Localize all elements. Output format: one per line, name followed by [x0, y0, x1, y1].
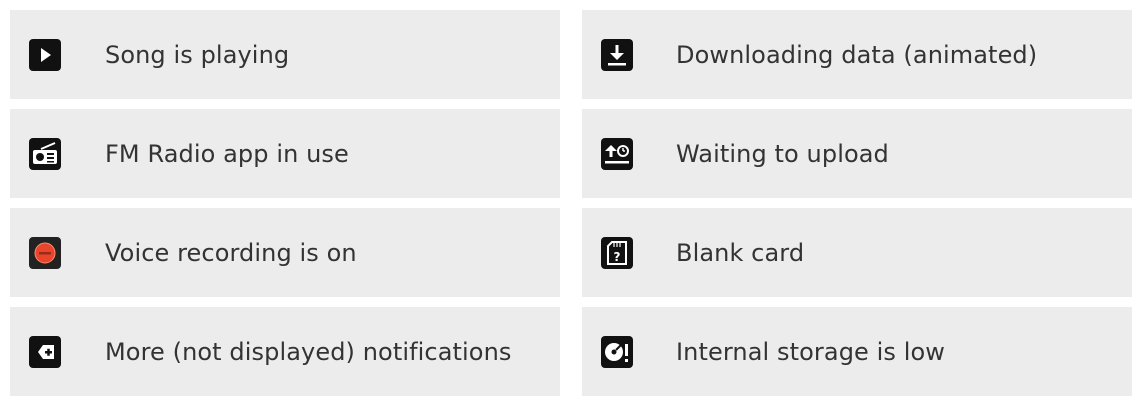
item-label: Internal storage is low: [676, 337, 946, 366]
list-item-waiting-upload: Waiting to upload: [582, 109, 1132, 198]
right-icon-list: Downloading data (animated) Waiting to u…: [582, 10, 1132, 396]
list-item-fm-radio: FM Radio app in use: [10, 109, 560, 198]
svg-text:?: ?: [614, 250, 621, 264]
item-label: Blank card: [676, 238, 805, 267]
play-icon: [29, 38, 61, 71]
item-label: Voice recording is on: [105, 238, 357, 267]
item-label: Song is playing: [105, 40, 290, 69]
list-item-song-playing: Song is playing: [10, 10, 560, 99]
more-notifications-icon: [29, 335, 61, 368]
item-label: Waiting to upload: [676, 139, 889, 168]
item-label: More (not displayed) notifications: [105, 337, 512, 366]
list-item-voice-recording: Voice recording is on: [10, 208, 560, 297]
item-label: FM Radio app in use: [105, 139, 349, 168]
fm-radio-icon: [29, 137, 61, 170]
waiting-upload-icon: [601, 137, 633, 170]
voice-recording-icon: [29, 236, 61, 269]
item-label: Downloading data (animated): [676, 40, 1038, 69]
list-item-downloading: Downloading data (animated): [582, 10, 1132, 99]
list-item-more-notifications: More (not displayed) notifications: [10, 307, 560, 396]
blank-card-icon: ?: [601, 236, 633, 269]
list-item-blank-card: ? Blank card: [582, 208, 1132, 297]
left-icon-list: Song is playing FM Radio app in use Voic…: [10, 10, 560, 396]
storage-low-icon: [601, 335, 633, 368]
download-icon: [601, 38, 633, 71]
list-item-storage-low: Internal storage is low: [582, 307, 1132, 396]
